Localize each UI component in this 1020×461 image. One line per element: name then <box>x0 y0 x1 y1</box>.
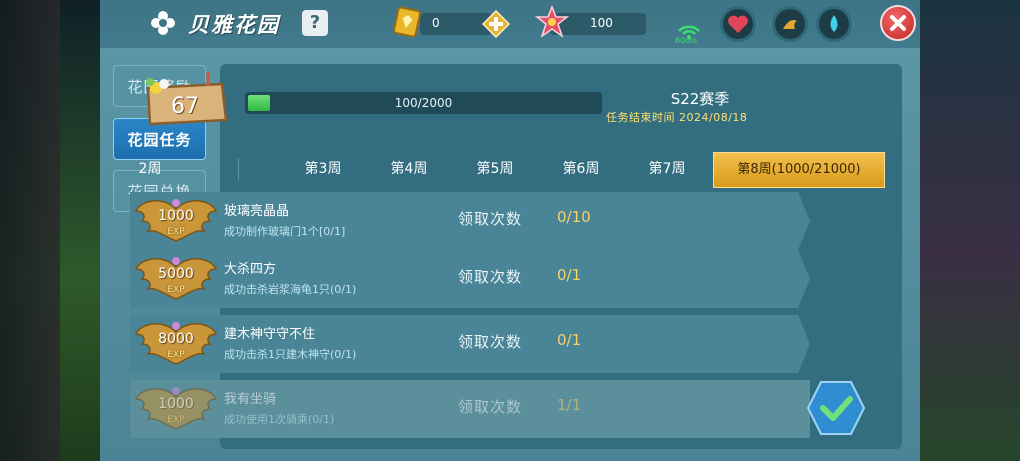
claim-count-label: 领取次数 <box>458 268 523 286</box>
task-row: 5000 EXP 大杀四方 成功击杀岩浆海龟1只(0/1) 领取次数 0/1 <box>130 250 810 308</box>
exp-label: EXP <box>167 415 185 425</box>
exp-amount: 8000 <box>158 331 194 347</box>
claim-count-value: 0/1 <box>557 266 582 284</box>
gold-value: 0 <box>432 16 440 30</box>
header-bar: 贝雅花园 ? 0 100 60ms <box>100 0 920 48</box>
progress-bar: 100/2000 <box>245 92 602 114</box>
claim-count-value: 0/10 <box>557 208 591 226</box>
garden-level: 67 <box>171 94 199 119</box>
season-end-time: 任务结束时间 2024/08/18 <box>606 111 748 124</box>
gem-value: 100 <box>590 16 613 30</box>
health-button[interactable] <box>720 6 756 42</box>
tab-divider <box>238 158 239 180</box>
background-tree <box>0 0 60 461</box>
heart-icon <box>728 15 748 33</box>
gold-card-icon <box>393 6 421 38</box>
exp-amount: 5000 <box>158 266 194 282</box>
task-name: 建木神守守不住 <box>224 327 316 342</box>
close-button[interactable] <box>880 5 916 41</box>
task-description: 成功使用1次骑乘(0/1) <box>224 413 335 426</box>
claim-count-value: 0/1 <box>557 331 582 349</box>
tab-week-2[interactable]: 2周 <box>130 150 170 188</box>
exp-label: EXP <box>167 227 185 237</box>
season-label: S22赛季 <box>670 90 730 108</box>
flower-gem-icon <box>534 5 570 38</box>
tab-week-5[interactable]: 第5周 <box>452 150 538 188</box>
claim-count-value: 1/1 <box>557 396 582 414</box>
exp-amount: 1000 <box>158 396 194 412</box>
tab-week-3[interactable]: 第3周 <box>280 150 366 188</box>
task-row: 8000 EXP 建木神守守不住 成功击杀1只建木神守(0/1) 领取次数 0/… <box>130 315 810 373</box>
claimed-checkmark-button[interactable] <box>806 380 866 436</box>
exp-label: EXP <box>167 285 185 295</box>
food-icon <box>783 20 797 29</box>
exp-amount: 1000 <box>158 208 194 224</box>
task-name: 玻璃亮晶晶 <box>224 204 290 219</box>
progress-text: 100/2000 <box>394 96 453 110</box>
hunger-button[interactable] <box>772 6 808 42</box>
water-button[interactable] <box>816 6 852 42</box>
task-row-completed: 1000 EXP 我有坐骑 成功使用1次骑乘(0/1) 领取次数 1/1 <box>130 380 810 438</box>
task-name: 大杀四方 <box>224 262 277 277</box>
exp-label: EXP <box>167 350 185 360</box>
tab-week-6[interactable]: 第6周 <box>538 150 624 188</box>
tab-week-8[interactable]: 第8周(1000/21000) <box>713 152 885 188</box>
task-description: 成功击杀岩浆海龟1只(0/1) <box>224 283 357 296</box>
tab-week-7[interactable]: 第7周 <box>624 150 710 188</box>
task-description: 成功制作玻璃门1个[0/1] <box>224 225 346 238</box>
claim-count-label: 领取次数 <box>458 333 523 351</box>
task-description: 成功击杀1只建木神守(0/1) <box>224 348 357 361</box>
help-button[interactable]: ? <box>302 10 328 36</box>
add-gold-button[interactable] <box>482 10 510 38</box>
ping-label: 60ms <box>675 36 698 45</box>
page-title: 贝雅花园 <box>188 13 280 37</box>
tab-week-4[interactable]: 第4周 <box>366 150 452 188</box>
claim-count-label: 领取次数 <box>458 398 523 416</box>
task-row: 1000 EXP 玻璃亮晶晶 成功制作玻璃门1个[0/1] 领取次数 0/10 <box>130 192 810 250</box>
flower-icon <box>151 11 175 35</box>
claim-count-label: 领取次数 <box>458 210 523 228</box>
background-right <box>910 0 1020 461</box>
week-tabs: 2周 第3周 第4周 第5周 第6周 第7周 第8周(1000/21000) <box>130 150 885 188</box>
close-icon <box>890 15 906 31</box>
water-drop-icon <box>830 15 838 32</box>
task-name: 我有坐骑 <box>224 392 277 407</box>
